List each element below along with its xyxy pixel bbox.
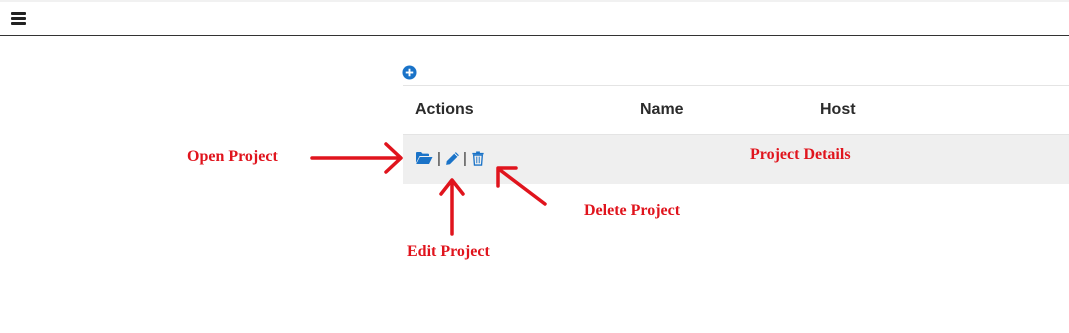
arrow-open [310, 142, 403, 174]
arrow-edit [439, 178, 465, 236]
annotation-arrows [310, 142, 547, 236]
arrow-delete [496, 166, 547, 206]
